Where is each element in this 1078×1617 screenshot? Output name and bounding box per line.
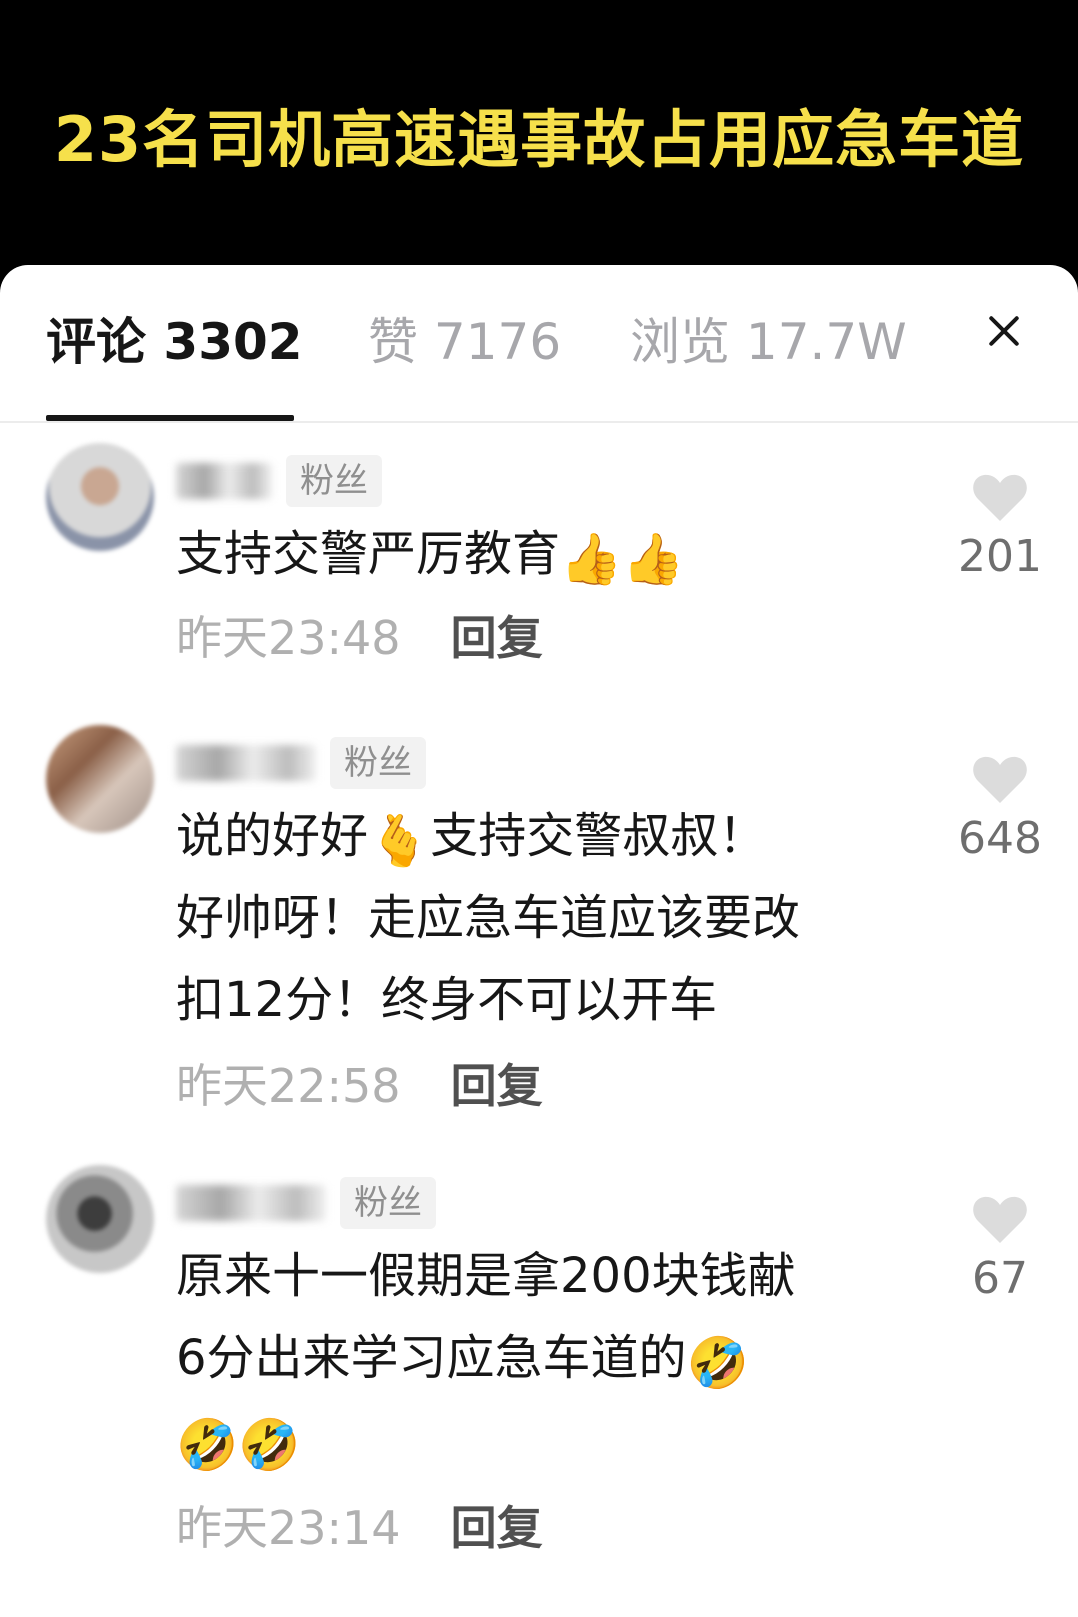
- comment-time: 昨天23:48: [176, 611, 401, 665]
- comment-line: 🤣🤣: [176, 1399, 936, 1481]
- comment-text: 原来十一假期是拿200块钱献 6分出来学习应急车道的🤣 🤣🤣: [176, 1235, 936, 1481]
- heart-icon: [973, 756, 1027, 803]
- tab-comments[interactable]: 评论 3302: [46, 307, 303, 377]
- fan-badge: 粉丝: [330, 737, 426, 789]
- avatar[interactable]: [46, 1165, 154, 1273]
- comment-text: 说的好好🫰支持交警叔叔！ 好帅呀！走应急车道应该要改 扣12分！终身不可以开车: [176, 795, 936, 1041]
- video-title: 23名司机高速遇事故占用应急车道: [53, 103, 1025, 176]
- like-button[interactable]: 648: [940, 755, 1060, 867]
- rolling-laughing-icon: 🤣: [686, 1334, 749, 1392]
- user-name-blurred[interactable]: [176, 745, 316, 781]
- comment-meta: 昨天23:14 回复: [176, 1495, 543, 1555]
- like-count: 201: [958, 531, 1042, 582]
- avatar[interactable]: [46, 443, 154, 551]
- comment-line: 6分出来学习应急车道的🤣: [176, 1317, 936, 1399]
- comment-body: 6分出来学习应急车道的: [176, 1330, 687, 1386]
- thumbs-up-icon: 👍👍: [560, 530, 685, 588]
- comment-line: 原来十一假期是拿200块钱献: [176, 1248, 796, 1304]
- user-name-blurred[interactable]: [176, 463, 272, 499]
- heart-icon: [973, 1196, 1027, 1243]
- tab-bar: 评论 3302 赞 7176 浏览 17.7W: [0, 265, 1078, 423]
- reply-button[interactable]: 回复: [451, 1050, 543, 1116]
- reply-button[interactable]: 回复: [451, 602, 543, 668]
- reply-button[interactable]: 回复: [451, 1492, 543, 1558]
- comment-body: 支持交警严厉教育: [176, 526, 561, 582]
- comment-sheet: 评论 3302 赞 7176 浏览 17.7W 粉丝 支持交警严厉教育👍👍 昨天…: [0, 265, 1078, 1617]
- close-icon[interactable]: [976, 307, 1032, 363]
- comment-line: 扣12分！终身不可以开车: [176, 972, 718, 1028]
- video-header: 23名司机高速遇事故占用应急车道: [0, 0, 1078, 290]
- comment-body: 支持交警叔叔！: [430, 808, 767, 864]
- finger-heart-icon: 🫰: [368, 812, 431, 870]
- comment-line: 说的好好🫰支持交警叔叔！: [176, 795, 936, 877]
- comment-time: 昨天23:14: [176, 1501, 401, 1555]
- comment-text: 支持交警严厉教育👍👍: [176, 513, 936, 595]
- like-button[interactable]: 67: [940, 1195, 1060, 1307]
- fan-badge: 粉丝: [286, 455, 382, 507]
- heart-icon: [973, 474, 1027, 521]
- tab-likes[interactable]: 赞 7176: [368, 307, 561, 377]
- like-button[interactable]: 201: [940, 473, 1060, 585]
- user-row: 粉丝: [176, 453, 382, 509]
- comment-meta: 昨天23:48 回复: [176, 605, 543, 665]
- user-row: 粉丝: [176, 735, 426, 791]
- fan-badge: 粉丝: [340, 1177, 436, 1229]
- tab-views[interactable]: 浏览 17.7W: [630, 307, 907, 377]
- comment-meta: 昨天22:58 回复: [176, 1053, 543, 1113]
- rolling-laughing-icon: 🤣🤣: [176, 1416, 301, 1474]
- comment-time: 昨天22:58: [176, 1059, 401, 1113]
- comment-body: 说的好好: [176, 808, 369, 864]
- like-count: 67: [972, 1253, 1028, 1304]
- user-row: 粉丝: [176, 1175, 436, 1231]
- comment-line: 好帅呀！走应急车道应该要改: [176, 890, 801, 946]
- active-tab-indicator: [46, 415, 294, 421]
- user-name-blurred[interactable]: [176, 1185, 326, 1221]
- avatar[interactable]: [46, 725, 154, 833]
- like-count: 648: [958, 813, 1042, 864]
